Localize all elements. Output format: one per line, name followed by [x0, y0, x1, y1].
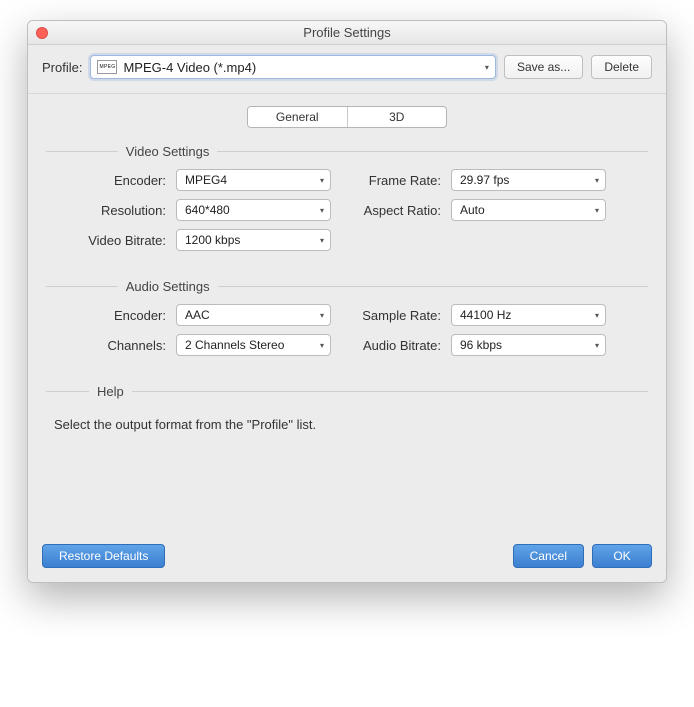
aspect-ratio-select[interactable]: Auto ▾	[451, 199, 606, 221]
chevron-down-icon: ▾	[320, 341, 324, 350]
close-icon[interactable]	[36, 27, 48, 39]
help-title: Help	[97, 384, 124, 399]
settings-body: General 3D Video Settings Encoder: MPEG4…	[28, 94, 666, 534]
divider	[46, 391, 89, 392]
video-encoder-value: MPEG4	[185, 173, 227, 187]
chevron-down-icon: ▾	[595, 176, 599, 185]
resolution-select[interactable]: 640*480 ▾	[176, 199, 331, 221]
help-section: Help Select the output format from the "…	[46, 384, 648, 492]
chevron-down-icon: ▾	[485, 63, 489, 72]
frame-rate-select[interactable]: 29.97 fps ▾	[451, 169, 606, 191]
resolution-value: 640*480	[185, 203, 230, 217]
delete-button[interactable]: Delete	[591, 55, 652, 79]
channels-value: 2 Channels Stereo	[185, 338, 284, 352]
tab-general[interactable]: General	[248, 107, 347, 127]
chevron-down-icon: ▾	[595, 341, 599, 350]
profile-settings-window: Profile Settings Profile: MPEG MPEG-4 Vi…	[27, 20, 667, 583]
divider	[132, 391, 648, 392]
audio-bitrate-value: 96 kbps	[460, 338, 502, 352]
chevron-down-icon: ▾	[320, 206, 324, 215]
encoder-label: Encoder:	[56, 173, 166, 188]
video-bitrate-select[interactable]: 1200 kbps ▾	[176, 229, 331, 251]
profile-label: Profile:	[42, 60, 82, 75]
titlebar: Profile Settings	[28, 21, 666, 45]
audio-encoder-select[interactable]: AAC ▾	[176, 304, 331, 326]
footer: Restore Defaults Cancel OK	[28, 534, 666, 582]
audio-encoder-value: AAC	[185, 308, 210, 322]
aspect-ratio-label: Aspect Ratio:	[341, 203, 441, 218]
audio-encoder-label: Encoder:	[56, 308, 166, 323]
chevron-down-icon: ▾	[320, 176, 324, 185]
video-bitrate-value: 1200 kbps	[185, 233, 240, 247]
chevron-down-icon: ▾	[595, 311, 599, 320]
mpeg-icon: MPEG	[97, 60, 117, 74]
audio-bitrate-label: Audio Bitrate:	[341, 338, 441, 353]
tab-bar: General 3D	[247, 106, 447, 128]
chevron-down-icon: ▾	[320, 236, 324, 245]
video-settings-title: Video Settings	[126, 144, 210, 159]
divider	[217, 151, 648, 152]
chevron-down-icon: ▾	[595, 206, 599, 215]
audio-settings-section: Audio Settings Encoder: AAC ▾ Sample Rat…	[46, 279, 648, 356]
frame-rate-label: Frame Rate:	[341, 173, 441, 188]
sample-rate-label: Sample Rate:	[341, 308, 441, 323]
audio-settings-title: Audio Settings	[126, 279, 210, 294]
divider	[46, 286, 118, 287]
sample-rate-select[interactable]: 44100 Hz ▾	[451, 304, 606, 326]
divider	[218, 286, 648, 287]
audio-bitrate-select[interactable]: 96 kbps ▾	[451, 334, 606, 356]
sample-rate-value: 44100 Hz	[460, 308, 511, 322]
window-title: Profile Settings	[28, 25, 666, 40]
resolution-label: Resolution:	[56, 203, 166, 218]
video-bitrate-label: Video Bitrate:	[56, 233, 166, 248]
cancel-button[interactable]: Cancel	[513, 544, 584, 568]
divider	[46, 151, 118, 152]
aspect-ratio-value: Auto	[460, 203, 485, 217]
restore-defaults-button[interactable]: Restore Defaults	[42, 544, 165, 568]
save-as-button[interactable]: Save as...	[504, 55, 583, 79]
ok-button[interactable]: OK	[592, 544, 652, 568]
video-settings-section: Video Settings Encoder: MPEG4 ▾ Frame Ra…	[46, 144, 648, 251]
frame-rate-value: 29.97 fps	[460, 173, 509, 187]
video-encoder-select[interactable]: MPEG4 ▾	[176, 169, 331, 191]
profile-select[interactable]: MPEG MPEG-4 Video (*.mp4) ▾	[90, 55, 495, 79]
profile-select-value: MPEG-4 Video (*.mp4)	[123, 60, 478, 75]
chevron-down-icon: ▾	[320, 311, 324, 320]
tab-3d[interactable]: 3D	[347, 107, 447, 127]
profile-toolbar: Profile: MPEG MPEG-4 Video (*.mp4) ▾ Sav…	[28, 45, 666, 94]
help-text: Select the output format from the "Profi…	[46, 409, 648, 492]
channels-select[interactable]: 2 Channels Stereo ▾	[176, 334, 331, 356]
channels-label: Channels:	[56, 338, 166, 353]
